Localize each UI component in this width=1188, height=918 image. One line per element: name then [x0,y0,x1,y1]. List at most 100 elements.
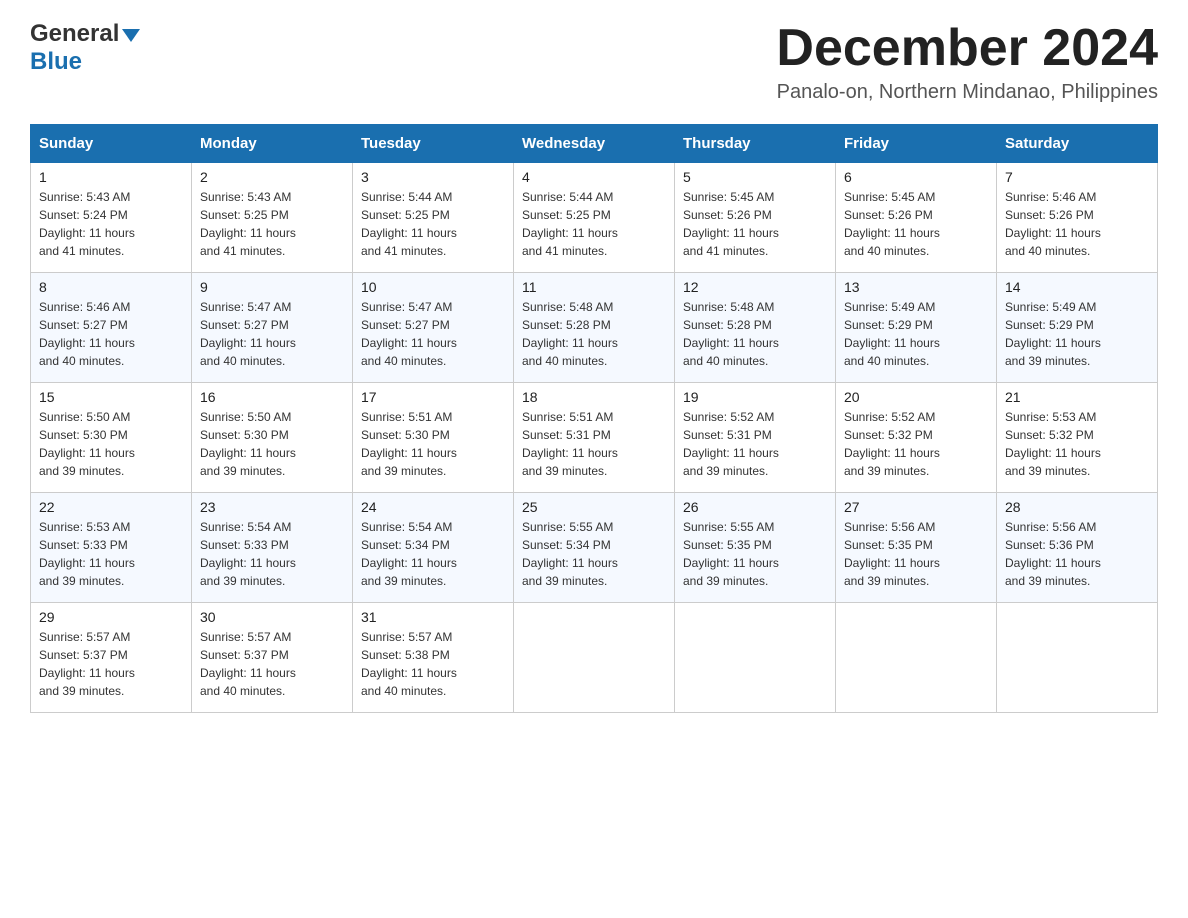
day-info: Sunrise: 5:48 AMSunset: 5:28 PMDaylight:… [522,300,618,368]
day-number: 22 [39,499,183,515]
day-info: Sunrise: 5:49 AMSunset: 5:29 PMDaylight:… [1005,300,1101,368]
day-number: 1 [39,169,183,185]
logo-triangle-icon [122,29,140,42]
day-number: 12 [683,279,827,295]
calendar-week-row: 8 Sunrise: 5:46 AMSunset: 5:27 PMDayligh… [31,273,1158,383]
header-monday: Monday [192,125,353,163]
calendar-cell [675,603,836,713]
calendar-cell: 25 Sunrise: 5:55 AMSunset: 5:34 PMDaylig… [514,493,675,603]
calendar-cell: 29 Sunrise: 5:57 AMSunset: 5:37 PMDaylig… [31,603,192,713]
calendar-cell: 30 Sunrise: 5:57 AMSunset: 5:37 PMDaylig… [192,603,353,713]
day-info: Sunrise: 5:46 AMSunset: 5:27 PMDaylight:… [39,300,135,368]
day-info: Sunrise: 5:53 AMSunset: 5:32 PMDaylight:… [1005,410,1101,478]
day-info: Sunrise: 5:45 AMSunset: 5:26 PMDaylight:… [844,190,940,258]
day-number: 9 [200,279,344,295]
calendar-cell: 7 Sunrise: 5:46 AMSunset: 5:26 PMDayligh… [997,163,1158,273]
calendar-cell: 21 Sunrise: 5:53 AMSunset: 5:32 PMDaylig… [997,383,1158,493]
day-info: Sunrise: 5:48 AMSunset: 5:28 PMDaylight:… [683,300,779,368]
calendar-cell: 11 Sunrise: 5:48 AMSunset: 5:28 PMDaylig… [514,273,675,383]
day-number: 25 [522,499,666,515]
day-info: Sunrise: 5:44 AMSunset: 5:25 PMDaylight:… [361,190,457,258]
calendar-cell: 27 Sunrise: 5:56 AMSunset: 5:35 PMDaylig… [836,493,997,603]
day-number: 27 [844,499,988,515]
header-tuesday: Tuesday [353,125,514,163]
day-info: Sunrise: 5:50 AMSunset: 5:30 PMDaylight:… [200,410,296,478]
day-number: 19 [683,389,827,405]
calendar-cell: 14 Sunrise: 5:49 AMSunset: 5:29 PMDaylig… [997,273,1158,383]
day-number: 28 [1005,499,1149,515]
calendar-cell: 2 Sunrise: 5:43 AMSunset: 5:25 PMDayligh… [192,163,353,273]
calendar-cell: 31 Sunrise: 5:57 AMSunset: 5:38 PMDaylig… [353,603,514,713]
day-number: 21 [1005,389,1149,405]
calendar-header-row: Sunday Monday Tuesday Wednesday Thursday… [31,125,1158,163]
calendar-cell: 3 Sunrise: 5:44 AMSunset: 5:25 PMDayligh… [353,163,514,273]
calendar-cell: 13 Sunrise: 5:49 AMSunset: 5:29 PMDaylig… [836,273,997,383]
calendar-cell: 6 Sunrise: 5:45 AMSunset: 5:26 PMDayligh… [836,163,997,273]
day-number: 23 [200,499,344,515]
calendar-cell: 8 Sunrise: 5:46 AMSunset: 5:27 PMDayligh… [31,273,192,383]
calendar-cell: 18 Sunrise: 5:51 AMSunset: 5:31 PMDaylig… [514,383,675,493]
header-saturday: Saturday [997,125,1158,163]
header-wednesday: Wednesday [514,125,675,163]
day-number: 16 [200,389,344,405]
day-number: 3 [361,169,505,185]
header-thursday: Thursday [675,125,836,163]
day-number: 20 [844,389,988,405]
day-number: 2 [200,169,344,185]
page-header: General Blue December 2024 Panalo-on, No… [30,20,1158,104]
calendar-cell: 20 Sunrise: 5:52 AMSunset: 5:32 PMDaylig… [836,383,997,493]
calendar-cell [514,603,675,713]
day-info: Sunrise: 5:57 AMSunset: 5:38 PMDaylight:… [361,630,457,698]
day-info: Sunrise: 5:51 AMSunset: 5:30 PMDaylight:… [361,410,457,478]
day-number: 24 [361,499,505,515]
month-title: December 2024 [776,20,1158,77]
calendar-week-row: 15 Sunrise: 5:50 AMSunset: 5:30 PMDaylig… [31,383,1158,493]
day-number: 13 [844,279,988,295]
day-info: Sunrise: 5:51 AMSunset: 5:31 PMDaylight:… [522,410,618,478]
day-number: 7 [1005,169,1149,185]
day-info: Sunrise: 5:46 AMSunset: 5:26 PMDaylight:… [1005,190,1101,258]
calendar-cell: 22 Sunrise: 5:53 AMSunset: 5:33 PMDaylig… [31,493,192,603]
day-number: 30 [200,609,344,625]
day-info: Sunrise: 5:53 AMSunset: 5:33 PMDaylight:… [39,520,135,588]
day-info: Sunrise: 5:49 AMSunset: 5:29 PMDaylight:… [844,300,940,368]
logo-blue-text: Blue [30,48,82,75]
logo: General Blue [30,20,140,76]
calendar-cell: 23 Sunrise: 5:54 AMSunset: 5:33 PMDaylig… [192,493,353,603]
calendar-week-row: 29 Sunrise: 5:57 AMSunset: 5:37 PMDaylig… [31,603,1158,713]
calendar-cell: 10 Sunrise: 5:47 AMSunset: 5:27 PMDaylig… [353,273,514,383]
day-info: Sunrise: 5:54 AMSunset: 5:33 PMDaylight:… [200,520,296,588]
day-info: Sunrise: 5:44 AMSunset: 5:25 PMDaylight:… [522,190,618,258]
day-number: 11 [522,279,666,295]
day-number: 5 [683,169,827,185]
day-info: Sunrise: 5:57 AMSunset: 5:37 PMDaylight:… [200,630,296,698]
calendar-cell: 17 Sunrise: 5:51 AMSunset: 5:30 PMDaylig… [353,383,514,493]
day-number: 26 [683,499,827,515]
location-title: Panalo-on, Northern Mindanao, Philippine… [776,81,1158,104]
day-number: 29 [39,609,183,625]
header-friday: Friday [836,125,997,163]
header-sunday: Sunday [31,125,192,163]
day-info: Sunrise: 5:54 AMSunset: 5:34 PMDaylight:… [361,520,457,588]
day-info: Sunrise: 5:57 AMSunset: 5:37 PMDaylight:… [39,630,135,698]
day-info: Sunrise: 5:56 AMSunset: 5:36 PMDaylight:… [1005,520,1101,588]
calendar-week-row: 1 Sunrise: 5:43 AMSunset: 5:24 PMDayligh… [31,163,1158,273]
calendar-cell: 15 Sunrise: 5:50 AMSunset: 5:30 PMDaylig… [31,383,192,493]
day-info: Sunrise: 5:47 AMSunset: 5:27 PMDaylight:… [200,300,296,368]
calendar-cell [997,603,1158,713]
calendar-cell [836,603,997,713]
day-number: 8 [39,279,183,295]
day-info: Sunrise: 5:43 AMSunset: 5:25 PMDaylight:… [200,190,296,258]
day-number: 10 [361,279,505,295]
day-info: Sunrise: 5:55 AMSunset: 5:34 PMDaylight:… [522,520,618,588]
day-info: Sunrise: 5:43 AMSunset: 5:24 PMDaylight:… [39,190,135,258]
day-number: 17 [361,389,505,405]
day-info: Sunrise: 5:52 AMSunset: 5:31 PMDaylight:… [683,410,779,478]
title-section: December 2024 Panalo-on, Northern Mindan… [776,20,1158,104]
calendar-cell: 12 Sunrise: 5:48 AMSunset: 5:28 PMDaylig… [675,273,836,383]
calendar-week-row: 22 Sunrise: 5:53 AMSunset: 5:33 PMDaylig… [31,493,1158,603]
day-info: Sunrise: 5:55 AMSunset: 5:35 PMDaylight:… [683,520,779,588]
day-info: Sunrise: 5:50 AMSunset: 5:30 PMDaylight:… [39,410,135,478]
day-number: 14 [1005,279,1149,295]
day-number: 6 [844,169,988,185]
